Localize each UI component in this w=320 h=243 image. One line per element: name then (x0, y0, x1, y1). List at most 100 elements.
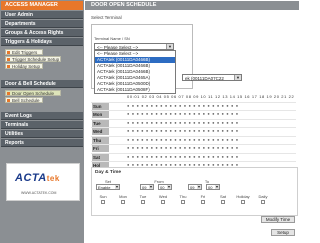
hour-header-row: 00:01 02 03 04 05 06 07 08 09 10 11 12 1… (91, 94, 296, 103)
sidebar-item-terminals[interactable]: Terminals (1, 121, 83, 129)
sat-checkbox[interactable] (221, 200, 225, 204)
weekday-label: Tue (139, 194, 147, 199)
schedule-slots[interactable]: ● ● ● ● ● ● ● ● ● ● ● ● ● ● ● ● ● ● ● ● … (127, 112, 296, 116)
sidebar-subitem-holiday-setup[interactable]: Holiday Setup (5, 63, 43, 69)
day-label: Mon (92, 111, 109, 118)
day-label: Wed (92, 128, 109, 135)
schedule-slots[interactable]: ● ● ● ● ● ● ● ● ● ● ● ● ● ● ● ● ● ● ● ● … (127, 155, 296, 159)
sidebar-item-event-logs[interactable]: Event Logs (1, 112, 83, 120)
terminal-copy-select[interactable]: ek (00111DA07C22 ▼ (182, 74, 242, 81)
day-label: Fri (92, 145, 109, 152)
from-hour-select[interactable]: 09 ▼ (140, 184, 154, 190)
subitem-label: Door Open Schedule (12, 91, 55, 96)
subitem-label: Edit Triggers (12, 50, 38, 55)
schedule-slots[interactable]: ● ● ● ● ● ● ● ● ● ● ● ● ● ● ● ● ● ● ● ● … (127, 146, 296, 150)
sidebar-item-reports[interactable]: Reports (1, 139, 83, 147)
chevron-down-icon: ▼ (215, 185, 219, 189)
mon-checkbox[interactable] (121, 200, 125, 204)
from-min-value: 00 (160, 185, 165, 190)
weekday-label: Thu (179, 194, 187, 199)
dropdown-option[interactable]: ACTAtek (00111DA0508F) (95, 87, 175, 93)
from-min-select[interactable]: 00 ▼ (158, 184, 172, 190)
sidebar: ACCESS MANAGER User Admin Departments Gr… (0, 0, 84, 243)
sidebar-subitem-edit-triggers[interactable]: Edit Triggers (5, 49, 43, 55)
to-min-value: 00 (208, 185, 213, 190)
schedule-grid: 00:01 02 03 04 05 06 07 08 09 10 11 12 1… (91, 94, 296, 171)
logo-brand: ACTAtek (15, 172, 60, 184)
logo-brand-text: ACTA (15, 172, 47, 184)
weekday-label: Holiday (236, 194, 250, 199)
fri-checkbox[interactable] (201, 200, 205, 204)
table-row: Tue ● ● ● ● ● ● ● ● ● ● ● ● ● ● ● ● ● ● … (91, 119, 296, 128)
subitem-label: Trigger Schedule Setup (12, 57, 60, 62)
setup-button[interactable]: Setup (271, 229, 295, 236)
sidebar-item-triggers[interactable]: Triggers & Holidays (1, 38, 83, 46)
tue-checkbox[interactable] (141, 200, 145, 204)
table-row: Thu ● ● ● ● ● ● ● ● ● ● ● ● ● ● ● ● ● ● … (91, 136, 296, 145)
schedule-slots[interactable]: ● ● ● ● ● ● ● ● ● ● ● ● ● ● ● ● ● ● ● ● … (127, 138, 296, 142)
terminal-copy-value: ek (00111DA07C22 (185, 76, 224, 81)
sidebar-title: ACCESS MANAGER (1, 1, 83, 10)
to-hour-value: 09 (190, 185, 195, 190)
weekday-label: Wed (158, 194, 168, 199)
day-label: Sun (92, 102, 109, 110)
chevron-down-icon[interactable]: ▼ (234, 75, 241, 80)
weekday-label: Fri (200, 194, 206, 199)
company-logo: ACTAtek WWW.ACTATEK.COM (6, 163, 80, 201)
modify-time-button[interactable]: Modify Time (261, 216, 295, 223)
day-label: Thu (92, 136, 109, 144)
weekday-label: Mon (119, 194, 127, 199)
sidebar-item-groups[interactable]: Groups & Access Rights (1, 29, 83, 37)
subitem-label: Bell Schedule (12, 98, 40, 103)
bullet-icon (7, 51, 10, 54)
sidebar-item-user-admin[interactable]: User Admin (1, 11, 83, 19)
chevron-down-icon[interactable]: ▼ (166, 44, 173, 49)
main-panel: DOOR OPEN SCHEDULE Select Terminal Termi… (85, 0, 300, 243)
bullet-icon (7, 92, 10, 95)
page-title: DOOR OPEN SCHEDULE (85, 1, 299, 10)
terminal-field-label: Terminal Name / SN (94, 36, 130, 41)
subitem-label: Holiday Setup (12, 64, 41, 69)
daily-checkbox[interactable] (261, 200, 265, 204)
chevron-down-icon: ▼ (149, 185, 153, 189)
schedule-slots[interactable]: ● ● ● ● ● ● ● ● ● ● ● ● ● ● ● ● ● ● ● ● … (127, 104, 296, 108)
to-min-select[interactable]: 00 ▼ (206, 184, 220, 190)
sidebar-subitem-trigger-schedule[interactable]: Trigger Schedule Setup (5, 56, 61, 62)
to-hour-select[interactable]: 09 ▼ (188, 184, 202, 190)
logo-brand-suffix: tek (46, 174, 60, 183)
sidebar-item-departments[interactable]: Departments (1, 20, 83, 28)
sidebar-item-utilities[interactable]: Utilities (1, 130, 83, 138)
table-row: Sat ● ● ● ● ● ● ● ● ● ● ● ● ● ● ● ● ● ● … (91, 153, 296, 162)
weekday-label: Sun (99, 194, 107, 199)
chevron-down-icon: ▼ (167, 185, 171, 189)
hour-header: 00:01 02 03 04 05 06 07 08 09 10 11 12 1… (127, 95, 296, 99)
schedule-slots[interactable]: ● ● ● ● ● ● ● ● ● ● ● ● ● ● ● ● ● ● ● ● … (127, 121, 296, 125)
thu-checkbox[interactable] (181, 200, 185, 204)
weekday-label: Daily (258, 194, 268, 199)
set-select[interactable]: Enable ▼ (96, 184, 120, 190)
day-time-panel: Day & Time Set Enable ▼ From 09 ▼ 00 ▼ To 0… (91, 167, 298, 216)
set-select-value: Enable (98, 185, 111, 190)
table-row: Sun ● ● ● ● ● ● ● ● ● ● ● ● ● ● ● ● ● ● … (91, 102, 296, 111)
wed-checkbox[interactable] (161, 200, 165, 204)
chevron-down-icon: ▼ (197, 185, 201, 189)
terminal-dropdown-list: <-- Please Select --> ACTAtek (00111DA04… (94, 50, 176, 94)
day-label: Tue (92, 119, 109, 127)
sidebar-subitem-door-open-schedule[interactable]: Door Open Schedule (5, 90, 61, 96)
schedule-slots[interactable]: ● ● ● ● ● ● ● ● ● ● ● ● ● ● ● ● ● ● ● ● … (127, 129, 296, 133)
sun-checkbox[interactable] (101, 200, 105, 204)
sidebar-item-door-bell-schedule[interactable]: Door & Bell Schedule (1, 80, 83, 88)
day-label: Sat (92, 153, 109, 161)
table-row: Fri ● ● ● ● ● ● ● ● ● ● ● ● ● ● ● ● ● ● … (91, 145, 296, 154)
select-terminal-label: Select Terminal (91, 15, 122, 20)
terminal-select[interactable]: <-- Please Select --> ▼ (94, 43, 174, 50)
chevron-down-icon: ▼ (115, 185, 119, 189)
table-row: Wed ● ● ● ● ● ● ● ● ● ● ● ● ● ● ● ● ● ● … (91, 128, 296, 137)
bullet-icon (7, 58, 10, 61)
sidebar-subitem-bell-schedule[interactable]: Bell Schedule (5, 97, 43, 103)
day-time-title: Day & Time (95, 170, 122, 175)
from-hour-value: 09 (142, 185, 147, 190)
logo-url: WWW.ACTATEK.COM (21, 191, 57, 195)
bullet-icon (7, 99, 10, 102)
holiday-checkbox[interactable] (241, 200, 245, 204)
